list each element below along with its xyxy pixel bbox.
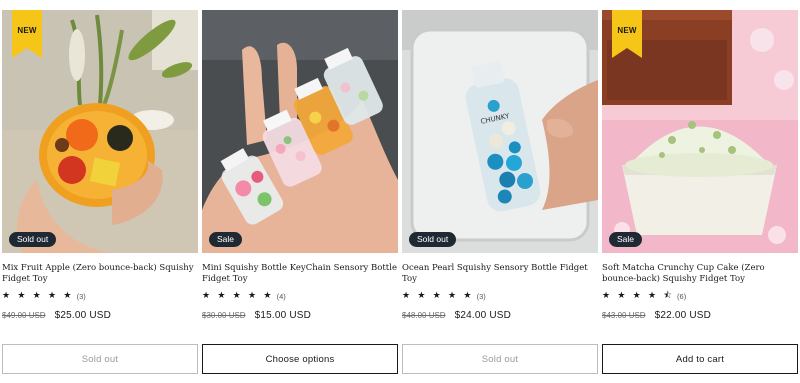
- add-to-cart-button[interactable]: Add to cart: [602, 344, 798, 374]
- sale-badge: Sale: [609, 232, 643, 247]
- product-price: $43.00 USD $22.00 USD: [602, 310, 711, 322]
- product-image[interactable]: CHUNKY Sold out: [402, 10, 598, 253]
- review-count: (3): [476, 291, 486, 301]
- sale-price: $22.00 USD: [654, 310, 712, 321]
- product-rating: ★ ★ ★ ★ ★ (3): [402, 290, 486, 302]
- sold-out-badge: Sold out: [409, 232, 457, 247]
- choose-options-button[interactable]: Choose options: [202, 344, 398, 374]
- review-count: (4): [276, 291, 286, 301]
- product-grid: NEW Sold out Mix Fruit Apple (Zero bounc…: [2, 10, 798, 383]
- product-title[interactable]: Ocean Pearl Squishy Sensory Bottle Fidge…: [402, 263, 598, 285]
- sale-price: $25.00 USD: [54, 310, 112, 321]
- rating-stars: ★ ★ ★ ★ ★: [202, 291, 274, 301]
- compare-at-price: $48.00 USD: [402, 311, 446, 320]
- mini-bottles-photo: [202, 10, 398, 253]
- rating-stars: ★ ★ ★ ★ ★: [2, 291, 74, 301]
- rating-stars: ★ ★ ★ ★ ⯪: [602, 291, 675, 301]
- sold-out-button[interactable]: Sold out: [402, 344, 598, 374]
- ocean-bottle-photo: CHUNKY: [402, 10, 598, 253]
- sold-out-button[interactable]: Sold out: [2, 344, 198, 374]
- sale-price: $15.00 USD: [254, 310, 312, 321]
- product-title[interactable]: Mini Squishy Bottle KeyChain Sensory Bot…: [202, 263, 398, 285]
- sale-price: $24.00 USD: [454, 310, 512, 321]
- product-title[interactable]: Mix Fruit Apple (Zero bounce-back) Squis…: [2, 263, 198, 285]
- compare-at-price: $30.00 USD: [202, 311, 246, 320]
- product-image[interactable]: NEW Sale: [602, 10, 798, 253]
- product-price: $48.00 USD $24.00 USD: [402, 310, 511, 322]
- sold-out-badge: Sold out: [9, 232, 57, 247]
- rating-stars: ★ ★ ★ ★ ★: [402, 291, 474, 301]
- review-count: (6): [677, 291, 687, 301]
- product-price: $30.00 USD $15.00 USD: [202, 310, 311, 322]
- product-image[interactable]: Sale: [202, 10, 398, 253]
- new-badge: NEW: [612, 10, 642, 58]
- product-card: NEW Sold out Mix Fruit Apple (Zero bounc…: [2, 10, 198, 383]
- compare-at-price: $49.00 USD: [2, 311, 46, 320]
- product-card: Sale Mini Squishy Bottle KeyChain Sensor…: [202, 10, 398, 383]
- new-badge: NEW: [12, 10, 42, 58]
- product-image[interactable]: NEW Sold out: [2, 10, 198, 253]
- product-rating: ★ ★ ★ ★ ⯪ (6): [602, 290, 686, 302]
- sale-badge: Sale: [209, 232, 243, 247]
- product-card: CHUNKY Sold out Ocean Pearl Squishy Sens…: [402, 10, 598, 383]
- review-count: (3): [76, 291, 86, 301]
- compare-at-price: $43.00 USD: [602, 311, 646, 320]
- product-rating: ★ ★ ★ ★ ★ (4): [202, 290, 286, 302]
- product-rating: ★ ★ ★ ★ ★ (3): [2, 290, 86, 302]
- product-price: $49.00 USD $25.00 USD: [2, 310, 111, 322]
- product-card: NEW Sale Soft Matcha Crunchy Cup Cake (Z…: [602, 10, 798, 383]
- product-title[interactable]: Soft Matcha Crunchy Cup Cake (Zero bounc…: [602, 263, 798, 285]
